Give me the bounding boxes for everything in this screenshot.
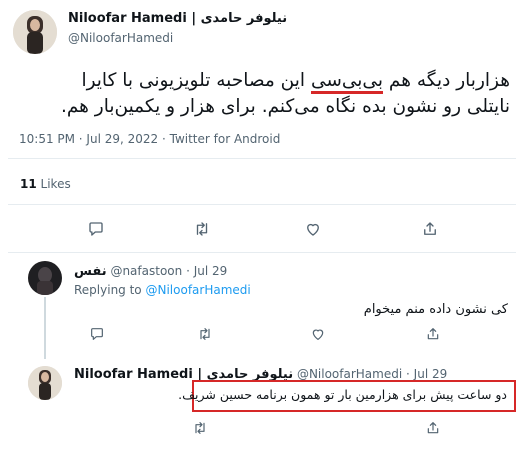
reply2-text: دو ساعت پیش برای هزارمین بار تو همون برن… [178,387,507,402]
thread-line [44,297,46,359]
share-icon[interactable] [425,326,441,342]
reply2-handle[interactable]: @NiloofarHamedi [297,367,402,381]
reply1-handle[interactable]: @nafastoon [110,264,182,278]
main-author-name[interactable]: Niloofar Hamedi | نیلوفر حامدی [68,11,287,26]
divider [8,158,516,159]
author-name-en: Niloofar Hamedi [74,367,193,382]
replying-prefix: Replying to [74,283,142,297]
reply-icon[interactable] [89,326,105,342]
likes-label: Likes [40,177,71,191]
main-tweet-timestamp[interactable]: 10:51 PM · Jul 29, 2022 · Twitter for An… [19,132,280,146]
share-icon[interactable] [421,220,439,238]
likes-count: 11 [20,177,37,191]
reply1-author-name[interactable]: نفس [74,264,107,279]
author-name-fa: نیلوفر حامدی [200,11,288,26]
like-icon[interactable] [310,326,326,342]
retweet-icon[interactable] [192,420,208,436]
author-separator: | [191,11,197,26]
divider [8,204,516,205]
underlined-bbc: بی‌بی‌سی [310,70,383,94]
reply2-date[interactable]: Jul 29 [414,367,448,381]
divider [8,252,516,253]
share-icon[interactable] [425,420,441,436]
retweet-icon[interactable] [197,326,213,342]
reply1-header: نفس @nafastoon · Jul 29 [74,264,227,279]
main-author-avatar[interactable] [13,10,57,54]
retweet-icon[interactable] [193,220,211,238]
reply2-author-avatar[interactable] [28,366,62,400]
text-prefix: هزاربار دیگه هم [383,70,510,91]
text-suffix: این مصاحبه تلویزیونی با کایرا [81,70,311,91]
replying-handle[interactable]: @NiloofarHamedi [145,283,250,297]
main-tweet-text-line1: هزاربار دیگه هم بی‌بی‌سی این مصاحبه تلوی… [81,67,510,94]
dot-separator: · [406,367,410,381]
reply1-text: کی نشون داده منم میخوام [363,302,508,317]
reply-icon[interactable] [87,220,105,238]
reply1-replying-to: Replying to @NiloofarHamedi [74,283,251,297]
dot-separator: · [186,264,190,278]
reply1-author-avatar[interactable] [28,261,62,295]
like-icon[interactable] [304,220,322,238]
main-author-handle[interactable]: @NiloofarHamedi [68,31,173,45]
likes-stat[interactable]: 11 Likes [20,177,71,191]
main-tweet-text-line2: نایتلی رو نشون بده نگاه می‌کنم. برای هزا… [60,96,510,117]
reply1-date[interactable]: Jul 29 [194,264,228,278]
author-name-en: Niloofar Hamedi [68,11,187,26]
